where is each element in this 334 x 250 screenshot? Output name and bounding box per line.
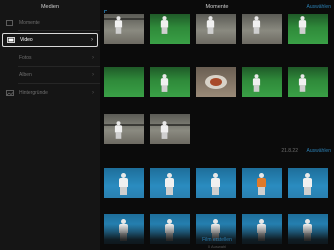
divider [18, 66, 100, 67]
sidebar-item-albums[interactable]: Alben › [2, 68, 98, 82]
sidebar-item-label: Video [20, 37, 33, 43]
select-button[interactable]: Auswählen [307, 0, 331, 14]
video-thumbnail[interactable] [150, 168, 190, 198]
create-movie-button[interactable]: Film erstellen [100, 236, 334, 244]
video-thumbnail[interactable] [288, 14, 328, 44]
chevron-right-icon: › [92, 55, 94, 61]
video-thumbnail[interactable] [104, 67, 144, 97]
moments-icon [5, 20, 14, 27]
sidebar-item-label: Alben [19, 72, 32, 78]
sidebar-item-backgrounds[interactable]: Hintergründe › [2, 86, 98, 100]
video-icon [6, 37, 15, 44]
video-thumbnail[interactable] [196, 67, 236, 97]
top-bar: Momente Auswählen [100, 0, 334, 17]
section-date: 21.8.22 [281, 148, 298, 154]
sidebar-title: Medien [40, 4, 60, 10]
backgrounds-icon [5, 90, 14, 97]
sidebar-item-label: Momente [19, 20, 40, 26]
video-thumbnail[interactable] [196, 168, 236, 198]
sidebar-item-label: Hintergründe [19, 90, 48, 96]
video-thumbnail[interactable] [288, 67, 328, 97]
video-thumbnail[interactable] [150, 14, 190, 44]
divider [18, 30, 100, 31]
video-thumbnail[interactable] [150, 67, 190, 97]
selection-count: 0 Auswahl [207, 244, 227, 249]
divider [18, 83, 100, 84]
photos-icon [5, 55, 14, 62]
video-thumbnail[interactable] [242, 14, 282, 44]
sidebar-item-moments[interactable]: Momente [2, 16, 98, 30]
section-select-button[interactable]: Auswählen [307, 148, 331, 154]
chevron-right-icon: › [92, 90, 94, 96]
sidebar-item-video[interactable]: Video › [2, 33, 98, 47]
video-thumbnail[interactable] [104, 114, 144, 144]
media-grid: Momente Auswählen 21.8.22 Auswählen [100, 0, 334, 250]
albums-icon [5, 72, 14, 79]
video-thumbnail[interactable] [242, 168, 282, 198]
sidebar-item-label: Fotos [19, 55, 32, 61]
bottom-bar: Film erstellen 0 Auswahl [100, 236, 334, 250]
video-thumbnail[interactable] [242, 67, 282, 97]
page-title: Momente [205, 4, 229, 10]
sidebar-item-photos[interactable]: Fotos › [2, 51, 98, 65]
video-thumbnail[interactable] [104, 168, 144, 198]
video-thumbnail[interactable] [104, 14, 144, 44]
video-thumbnail[interactable] [150, 114, 190, 144]
video-thumbnail[interactable] [288, 168, 328, 198]
chevron-right-icon: › [92, 72, 94, 78]
video-thumbnail[interactable] [196, 14, 236, 44]
chevron-right-icon: › [91, 37, 93, 43]
sidebar: Medien Momente Video › Fotos › Alben › H… [0, 0, 100, 250]
